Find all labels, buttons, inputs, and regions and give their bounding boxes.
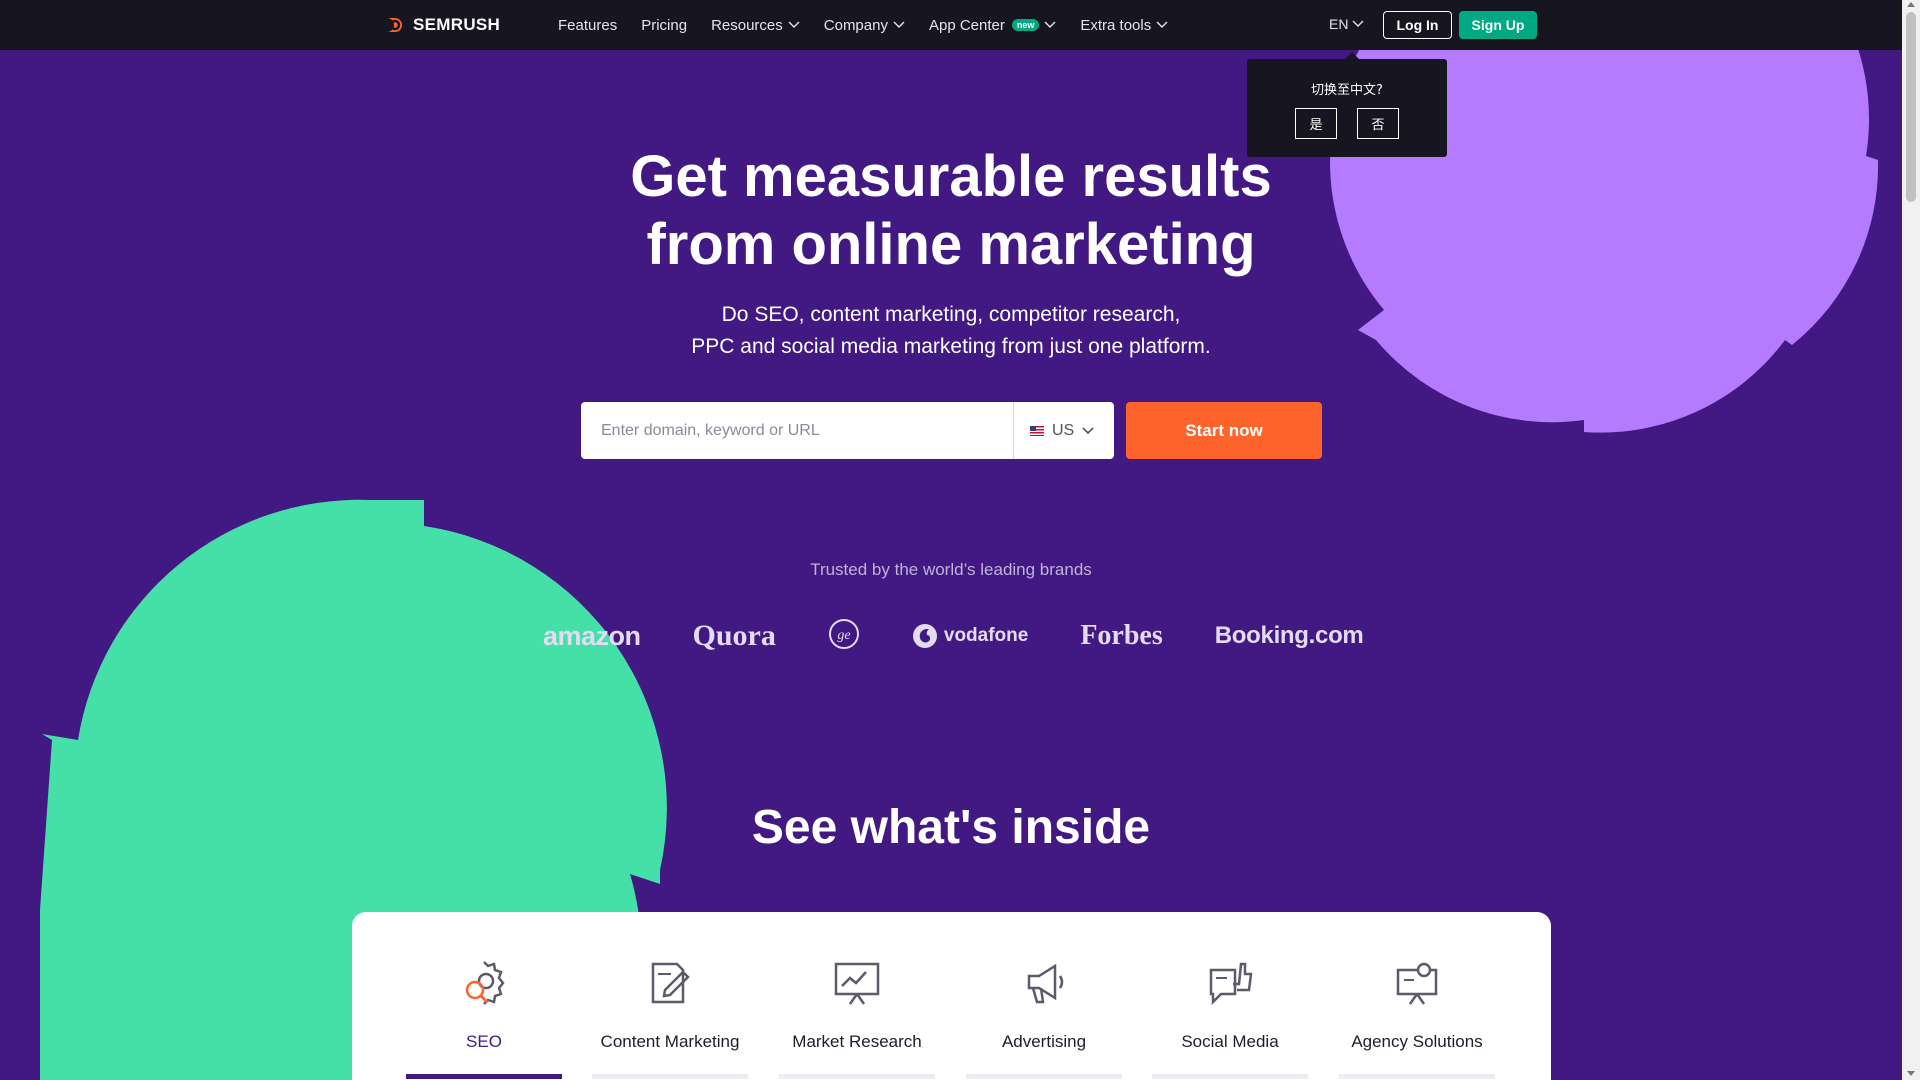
social-media-icon <box>1209 962 1253 1006</box>
amazon-logo: amazon <box>543 621 641 652</box>
hero-subtitle-line2: PPC and social media marketing from just… <box>691 335 1211 358</box>
chevron-down-icon <box>1082 426 1094 434</box>
popup-no-button[interactable]: 否 <box>1357 108 1399 139</box>
brand-logos: amazon Quora ge vodafone Forbes Booking.… <box>543 614 1415 658</box>
ge-logo: ge <box>828 618 860 655</box>
tab-label: SEO <box>466 1032 502 1051</box>
search-box: US <box>581 402 1114 459</box>
tab-indicator <box>1152 1074 1308 1079</box>
signup-button[interactable]: Sign Up <box>1459 11 1537 39</box>
scroll-thumb[interactable] <box>1906 12 1916 202</box>
quora-logo: Quora <box>693 619 776 653</box>
nav-label: Company <box>823 16 888 34</box>
tab-indicator <box>406 1074 562 1079</box>
tab-label: Content Marketing <box>600 1032 740 1051</box>
market-research-icon <box>834 962 880 1005</box>
new-badge: new <box>1011 19 1040 31</box>
page-scrollbar[interactable] <box>1902 0 1920 1080</box>
svg-text:ge: ge <box>837 628 850 643</box>
nav-app-center[interactable]: App Center new <box>929 17 1056 34</box>
database-value: US <box>1052 421 1075 439</box>
brand-name: Forbes <box>1080 620 1163 651</box>
login-button[interactable]: Log In <box>1383 11 1452 39</box>
vodafone-speechmark-icon <box>912 624 937 648</box>
us-flag-icon <box>1030 425 1044 436</box>
chevron-down-icon <box>1352 20 1364 27</box>
features-tabs-card: SEO Content Marketing Market Research Ad… <box>352 912 1551 1080</box>
brand-name: Quora <box>692 619 776 652</box>
database-select[interactable]: US <box>1013 402 1114 459</box>
nav-label: Extra tools <box>1080 16 1152 34</box>
nav-label: Resources <box>711 16 783 34</box>
nav-company[interactable]: Company <box>824 17 905 34</box>
tab-indicator <box>779 1074 935 1079</box>
agency-solutions-icon <box>1396 962 1438 1005</box>
main-nav: Features Pricing Resources Company App C… <box>558 0 1192 50</box>
brand-name: Booking.com <box>1214 622 1364 649</box>
nav-resources[interactable]: Resources <box>711 17 800 34</box>
tab-indicator <box>966 1074 1122 1079</box>
booking-logo: Booking.com <box>1215 622 1364 650</box>
semrush-logo[interactable]: SEMRUSH <box>381 15 500 35</box>
seo-icon <box>465 961 505 1005</box>
nav-extra-tools[interactable]: Extra tools <box>1080 17 1168 34</box>
chevron-down-icon <box>893 21 905 28</box>
hero-title-line2: from online marketing <box>646 212 1256 277</box>
tab-indicator <box>592 1074 748 1079</box>
logo-text: SEMRUSH <box>413 15 501 34</box>
nav-label: Pricing <box>641 16 688 34</box>
chevron-down-icon <box>788 21 800 28</box>
brand-name: amazon <box>543 620 641 651</box>
hero-title-line1: Get measurable results <box>630 144 1272 209</box>
nav-label: Features <box>558 16 618 34</box>
tab-indicator <box>1339 1074 1495 1079</box>
chevron-down-icon <box>1156 21 1168 28</box>
tab-label: Market Research <box>792 1032 922 1051</box>
chevron-down-icon <box>1044 21 1056 28</box>
search-input[interactable] <box>581 402 1013 459</box>
language-selector[interactable]: EN <box>1329 16 1364 32</box>
nav-label: App Center <box>928 16 1005 34</box>
section-title: See what's inside <box>751 801 1151 854</box>
hero-subtitle-line1: Do SEO, content marketing, competitor re… <box>721 303 1181 326</box>
popup-question: 切换至中文? <box>1311 83 1383 98</box>
top-navigation-bar: SEMRUSH Features Pricing Resources Compa… <box>0 0 1902 50</box>
nav-features[interactable]: Features <box>558 17 617 34</box>
brand-name: vodafone <box>943 625 1029 646</box>
ge-monogram-icon: ge <box>828 618 859 649</box>
semrush-flame-icon <box>381 18 402 32</box>
tab-label: Agency Solutions <box>1351 1032 1483 1051</box>
tab-label: Social Media <box>1181 1032 1279 1051</box>
advertising-icon <box>1027 963 1064 1004</box>
popup-yes-button[interactable]: 是 <box>1295 108 1337 139</box>
hero-subtitle: Do SEO, content marketing, competitor re… <box>0 299 1902 363</box>
hero-title: Get measurable results from online marke… <box>0 143 1902 279</box>
content-marketing-icon <box>651 962 690 1004</box>
nav-pricing[interactable]: Pricing <box>641 17 687 34</box>
trusted-label: Trusted by the world’s leading brands <box>810 560 1092 579</box>
tab-label: Advertising <box>1001 1032 1087 1051</box>
start-now-button[interactable]: Start now <box>1126 402 1322 459</box>
language-label: EN <box>1329 16 1349 32</box>
scroll-down-arrow-icon[interactable] <box>1907 1071 1915 1076</box>
scroll-up-arrow-icon[interactable] <box>1907 2 1915 7</box>
forbes-logo: Forbes <box>1080 620 1162 652</box>
vodafone-logo: vodafone <box>912 623 1028 649</box>
